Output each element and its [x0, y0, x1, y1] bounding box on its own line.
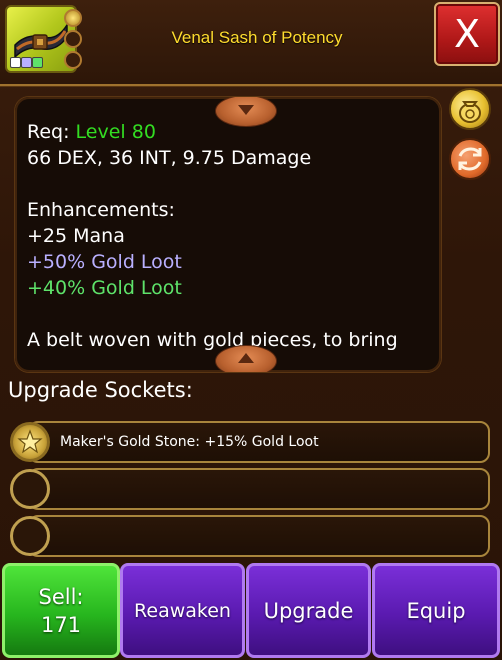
description-text: Req: Level 80 66 DEX, 36 INT, 9.75 Damag… [27, 119, 433, 353]
gold-stone-icon[interactable] [10, 422, 50, 462]
upgrade-sockets-heading: Upgrade Sockets: [8, 378, 193, 402]
enhancement-line: +25 Mana [27, 225, 125, 247]
coin-bag-button[interactable] [449, 88, 491, 130]
coin-bag-icon [459, 101, 481, 123]
requirement-value: Level 80 [75, 121, 156, 143]
socket-slot-3[interactable] [28, 515, 490, 557]
sell-label: Sell: [38, 584, 84, 609]
item-title: Venal Sash of Potency [171, 28, 343, 47]
socket-slot-label: Maker's Gold Stone: +15% Gold Loot [60, 434, 319, 450]
description-panel[interactable]: Req: Level 80 66 DEX, 36 INT, 9.75 Damag… [15, 97, 441, 372]
enhancements-heading: Enhancements: [27, 199, 175, 221]
equip-button[interactable]: Equip [372, 563, 500, 658]
swap-icon [458, 147, 482, 171]
close-button[interactable]: X [434, 2, 500, 66]
gem-dot-white [10, 57, 21, 68]
requirement-label: Req: [27, 121, 70, 143]
reawaken-button[interactable]: Reawaken [120, 563, 245, 658]
header-socket-empty [64, 51, 82, 69]
header-socket-filled [64, 9, 82, 27]
stats-line: 66 DEX, 36 INT, 9.75 Damage [27, 147, 312, 169]
socket-slot-2[interactable] [28, 468, 490, 510]
header-bar: Venal Sash of Potency X [0, 0, 502, 86]
scroll-up-icon [238, 105, 254, 115]
socket-slot-1[interactable]: Maker's Gold Stone: +15% Gold Loot [28, 421, 490, 463]
swap-button[interactable] [449, 138, 491, 180]
gem-dot-green [32, 57, 43, 68]
enhancement-line: +50% Gold Loot [27, 251, 182, 273]
sell-price: 171 [40, 612, 82, 637]
item-detail-window: Venal Sash of Potency X Req: Level 80 66… [0, 0, 502, 660]
scroll-down-icon [238, 353, 254, 363]
empty-socket-icon[interactable] [10, 469, 50, 509]
sell-button[interactable]: Sell: 171 [2, 563, 120, 658]
enhancement-line: +40% Gold Loot [27, 277, 182, 299]
requirement-line: Req: Level 80 [27, 119, 433, 145]
gem-dot-lavender [21, 57, 32, 68]
empty-socket-icon[interactable] [10, 516, 50, 556]
scroll-down-button[interactable] [215, 345, 277, 372]
header-socket-empty [64, 30, 82, 48]
upgrade-button[interactable]: Upgrade [246, 563, 371, 658]
